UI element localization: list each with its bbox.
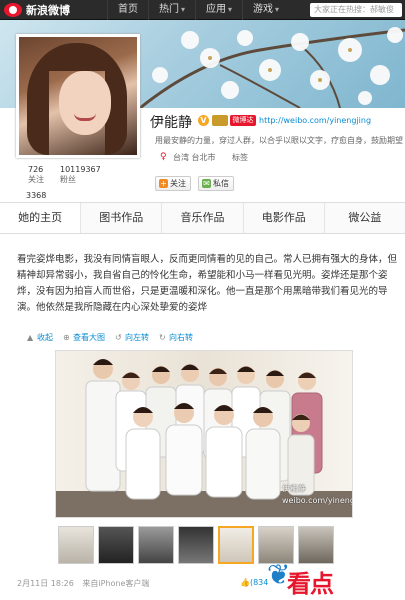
photo-thumbnail[interactable] [98,526,134,564]
collapse-label: 收起 [37,333,53,342]
weibo-count[interactable]: 3368 [26,191,46,200]
photo-thumbnail[interactable] [58,526,94,564]
followers-stat[interactable]: 10119367 粉丝 [60,165,101,185]
photo-thumbnail[interactable] [138,526,174,564]
profile-location: 台湾 台北市 [173,153,216,162]
post-timestamp[interactable]: 2月11日 18:26 [17,579,74,588]
nav-apps-label: 应用 [206,4,227,15]
avatar-face [59,71,111,135]
tab-films[interactable]: 电影作品 [244,203,325,233]
photo-thumbnail-selected[interactable] [218,526,254,564]
weibo-eye-icon [4,3,22,17]
collapse-icon: ▲ [27,332,34,342]
follow-button[interactable]: + 关注 [155,176,191,191]
collapse-button[interactable]: ▲ 收起 [27,332,53,343]
tab-books[interactable]: 图书作品 [81,203,163,233]
thumbs-up-icon: 👍 [240,578,250,587]
envelope-icon: ✉ [202,179,211,188]
message-button-label: 私信 [213,179,229,188]
photo-watermark-url: weibo.com/yinengjing [282,496,352,505]
image-action-bar: ▲ 收起 ⊕ 查看大图 ↺ 向左转 ↻ 向右转 [27,332,193,343]
female-icon: ♀ [160,152,167,162]
club-badge-icon[interactable] [212,115,228,126]
chevron-down-icon: ▾ [275,5,280,14]
group-photo-people [85,359,323,500]
tab-charity[interactable]: 微公益 [325,203,405,233]
nav-home-label: 首页 [118,4,138,15]
site-watermark: ❦ 看点 [265,558,405,600]
avatar[interactable] [16,34,140,158]
message-button[interactable]: ✉ 私信 [198,176,234,191]
nav-hot-label: 热门 [159,4,179,15]
followers-label: 粉丝 [60,175,76,184]
post-meta: 2月11日 18:26 来自iPhone客户端 [17,578,149,589]
member-badge[interactable]: 微博达人 [230,115,256,135]
photo-watermark-name: 伊能静 [282,484,306,493]
weibo-logo[interactable]: 新浪微博 [4,2,70,18]
tab-home[interactable]: 她的主页 [0,203,82,233]
following-label: 关注 [28,175,44,184]
nav-item-games[interactable]: 游戏 ▾ [242,0,289,20]
profile-name: 伊能静 [150,115,192,131]
rotate-right-label: 向右转 [169,333,193,342]
rotate-right-icon: ↻ [159,332,166,342]
view-large-button[interactable]: ⊕ 查看大图 [63,332,105,343]
tab-music[interactable]: 音乐作品 [162,203,244,233]
post-text: 看完姿烨电影，我没有同情盲眼人，反而更同情看的见的自己。常人已拥有强大的身体，但… [17,254,398,313]
profile-url-link[interactable]: http://weibo.com/yinengjing [259,116,371,125]
followers-count: 10119367 [60,165,101,174]
rotate-left-button[interactable]: ↺ 向左转 [115,332,149,343]
profile-tabs: 她的主页 图书作品 音乐作品 电影作品 微公益 [0,202,405,234]
follow-button-label: 关注 [170,179,186,188]
search-input[interactable]: 大家正在热搜：郝敏俊 [310,3,402,17]
chevron-down-icon: ▾ [228,5,233,14]
main-nav: 首页 热门 ▾ 应用 ▾ 游戏 ▾ [107,0,289,20]
rotate-right-button[interactable]: ↻ 向右转 [159,332,193,343]
verified-icon[interactable]: V [198,115,209,126]
brand-text: 看点 [287,569,334,598]
nav-item-home[interactable]: 首页 [107,0,148,20]
nav-games-label: 游戏 [253,4,274,15]
post-source[interactable]: 来自iPhone客户端 [82,579,149,588]
chevron-down-icon: ▾ [181,5,186,14]
rotate-left-icon: ↺ [115,332,122,342]
nav-item-apps[interactable]: 应用 ▾ [195,0,242,20]
zoom-icon: ⊕ [63,332,70,342]
plus-icon: + [159,179,168,188]
top-navigation-bar: 新浪微博 首页 热门 ▾ 应用 ▾ 游戏 ▾ 大家正在热搜：郝敏俊 [0,0,405,20]
nav-item-hot[interactable]: 热门 ▾ [148,0,195,20]
following-stat[interactable]: 726 关注 [28,165,44,185]
rotate-left-label: 向左转 [125,333,149,342]
view-large-label: 查看大图 [73,333,105,342]
following-count: 726 [28,165,44,174]
photo-thumbnail[interactable] [178,526,214,564]
profile-intro: 用最安静的力量，穿过人群，以合乎以眼以文字，疗愈自身，鼓励期望 [155,136,403,145]
post-photo[interactable]: 伊能静 weibo.com/yinengjing [55,350,353,518]
logo-text: 新浪微博 [26,4,70,17]
profile-tags-link[interactable]: 标签 [232,152,248,163]
